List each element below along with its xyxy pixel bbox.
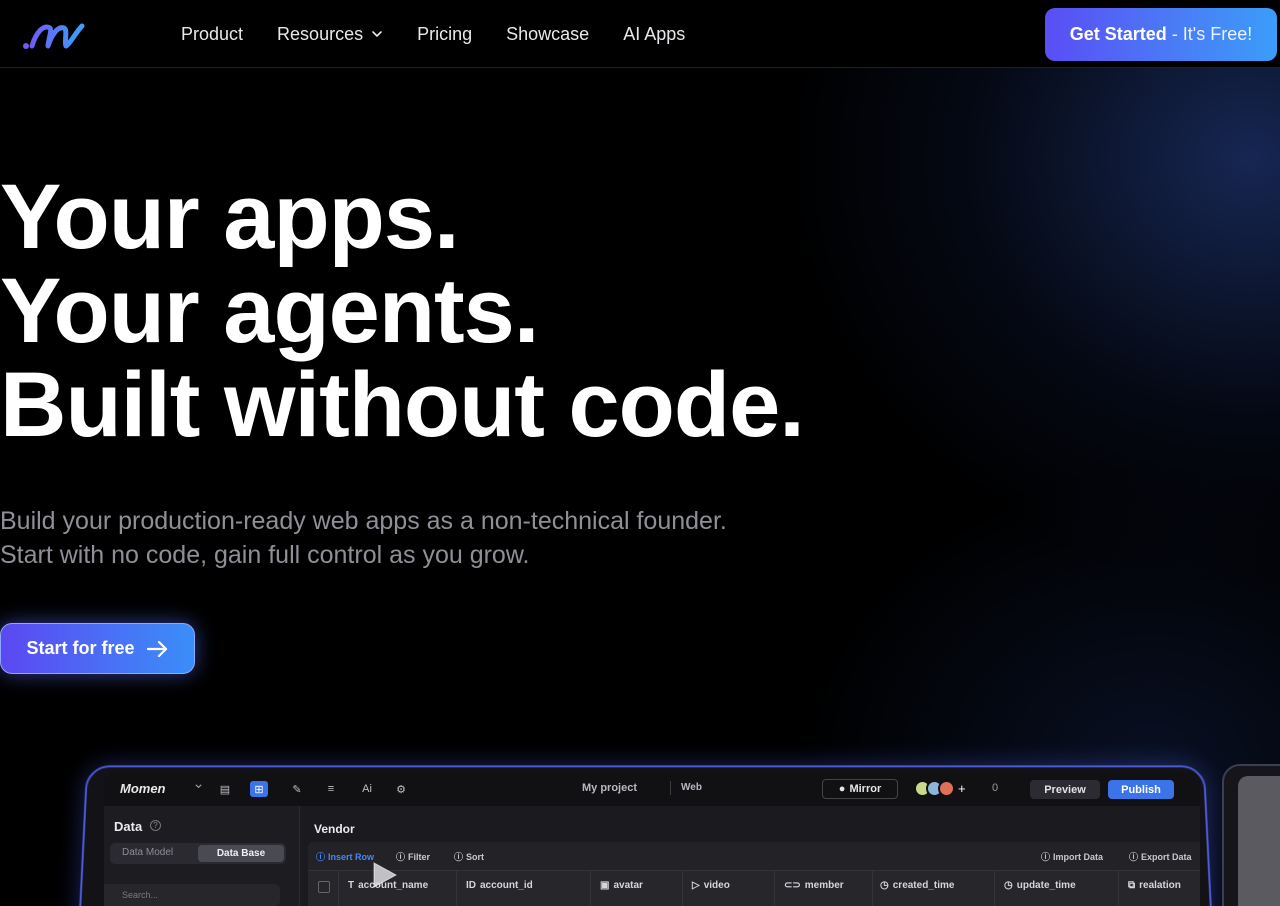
start-for-free-label: Start for free	[26, 638, 135, 658]
chevron-down-icon	[195, 784, 202, 789]
get-started-label: Get Started	[1069, 24, 1167, 44]
column-label: realation	[1139, 880, 1181, 891]
table-toolbar: ⓘ Insert Row ⓘ Filter ⓘ Sort ⓘ Import Da…	[308, 842, 1200, 870]
momen-logo[interactable]	[22, 18, 86, 52]
record-icon: ●	[838, 783, 846, 795]
column-divider	[774, 871, 775, 906]
column-label: avatar	[613, 880, 643, 891]
export-data-label: Export Data	[1141, 851, 1192, 862]
help-icon[interactable]: ?	[150, 820, 161, 831]
column-divider	[590, 871, 591, 906]
column-divider	[872, 871, 873, 906]
hero-headline: Your apps. Your agents. Built without co…	[0, 166, 805, 456]
id-type-icon: ID	[466, 880, 476, 891]
app-preview: Momen ▤ ⊞ ✎ ≡ Ai ⚙ My project Web ● Mirr…	[104, 772, 1200, 906]
nav-resources[interactable]: Resources	[277, 24, 383, 45]
chevron-down-icon	[372, 31, 382, 38]
hero: Your apps. Your agents. Built without co…	[0, 166, 805, 456]
import-data-label: Import Data	[1053, 851, 1104, 862]
column-label: created_time	[892, 880, 955, 891]
sort-label: Sort	[466, 851, 485, 862]
table-title: Vendor	[314, 822, 355, 836]
column-header[interactable]: ▷ video	[692, 880, 730, 891]
mirror-button[interactable]: ● Mirror	[822, 779, 898, 799]
pages-icon[interactable]: ▤	[216, 781, 234, 797]
nav-ai-apps[interactable]: AI Apps	[623, 24, 685, 45]
column-divider	[338, 871, 339, 906]
settings-icon[interactable]: ⚙	[392, 781, 410, 797]
collaborator-avatars[interactable]: +	[914, 780, 966, 797]
column-label: member	[804, 880, 844, 891]
platform-selector[interactable]: Web	[681, 782, 702, 793]
clock-icon: ◷	[1004, 880, 1013, 891]
table-header-row: Taccount_name ID account_id ▣ avatar ▷ vide…	[308, 870, 1200, 906]
notification-counter[interactable]: 0	[992, 782, 998, 794]
column-header[interactable]: ⧉ realation	[1128, 880, 1181, 891]
select-all-checkbox[interactable]	[318, 881, 330, 893]
headline-line-3: Built without code.	[0, 354, 805, 456]
link-icon: ⧉	[1128, 880, 1136, 891]
get-started-free-label: - It's Free!	[1171, 24, 1253, 44]
actions-icon[interactable]: ✎	[288, 781, 306, 797]
mirror-label: Mirror	[849, 783, 882, 795]
column-divider	[682, 871, 683, 906]
image-type-icon: ▣	[600, 880, 610, 891]
sidebar-title: Data	[114, 819, 143, 834]
column-label: video	[703, 880, 730, 891]
column-header[interactable]: ◷ update_time	[1004, 880, 1076, 891]
top-nav: Product Resources Pricing Showcase AI Ap…	[0, 0, 1280, 68]
member-type-icon: ⊂⊃	[784, 880, 801, 891]
logic-icon[interactable]: ≡	[322, 781, 340, 797]
nav-showcase[interactable]: Showcase	[506, 24, 589, 45]
subtitle-line-1: Build your production-ready web apps as …	[0, 507, 727, 535]
filter-label: Filter	[408, 851, 431, 862]
publish-button[interactable]: Publish	[1108, 780, 1174, 799]
nav-links: Product Resources Pricing Showcase AI Ap…	[181, 0, 685, 68]
column-divider	[456, 871, 457, 906]
app-toolbar: Momen ▤ ⊞ ✎ ≡ Ai ⚙ My project Web ● Mirr…	[104, 772, 1200, 806]
app-logo: Momen	[120, 781, 166, 796]
subtitle-line-2: Start with no code, gain full control as…	[0, 541, 530, 569]
column-label: account_id	[480, 880, 533, 891]
column-header[interactable]: ID account_id	[466, 880, 533, 891]
add-collaborator-icon[interactable]: +	[958, 780, 966, 797]
column-divider	[994, 871, 995, 906]
column-label: update_time	[1016, 880, 1076, 891]
nav-product[interactable]: Product	[181, 24, 243, 45]
tab-data-model[interactable]: Data Model	[122, 847, 173, 858]
column-divider	[1118, 871, 1119, 906]
column-header[interactable]: ▣ avatar	[600, 880, 643, 891]
tab-data-base[interactable]: Data Base	[198, 845, 284, 862]
secondary-preview-screen	[1238, 776, 1280, 906]
hero-subtitle: Build your production-ready web apps as …	[0, 504, 727, 572]
divider	[670, 781, 671, 795]
headline-line-2: Your agents.	[0, 260, 539, 362]
project-selector[interactable]: My project	[582, 782, 637, 794]
data-view-toggle: Data Model Data Base	[110, 843, 286, 864]
clock-icon: ◷	[880, 880, 889, 891]
ai-icon[interactable]: Ai	[358, 781, 376, 797]
export-data-button[interactable]: ⓘ Export Data	[1129, 850, 1192, 863]
data-icon[interactable]: ⊞	[250, 781, 268, 797]
play-video-icon[interactable]	[366, 857, 402, 893]
avatar	[938, 780, 955, 797]
data-sidebar: Data ? Data Model Data Base Search...	[104, 806, 300, 906]
column-header[interactable]: ⊂⊃ member	[784, 880, 844, 891]
get-started-button[interactable]: Get Started - It's Free!	[1045, 8, 1277, 61]
column-header[interactable]: ◷ created_time	[880, 880, 954, 891]
headline-line-1: Your apps.	[0, 166, 460, 268]
video-type-icon: ▷	[692, 880, 700, 891]
sidebar-search-input[interactable]: Search...	[104, 884, 280, 906]
nav-pricing[interactable]: Pricing	[417, 24, 472, 45]
sort-button[interactable]: ⓘ Sort	[454, 850, 484, 863]
preview-button[interactable]: Preview	[1030, 780, 1100, 799]
text-type-icon: T	[348, 880, 355, 891]
arrow-right-icon	[146, 640, 167, 657]
import-data-button[interactable]: ⓘ Import Data	[1041, 850, 1103, 863]
secondary-preview-panel	[1222, 764, 1280, 906]
nav-resources-label: Resources	[277, 23, 364, 44]
start-for-free-button[interactable]: Start for free	[0, 623, 195, 674]
